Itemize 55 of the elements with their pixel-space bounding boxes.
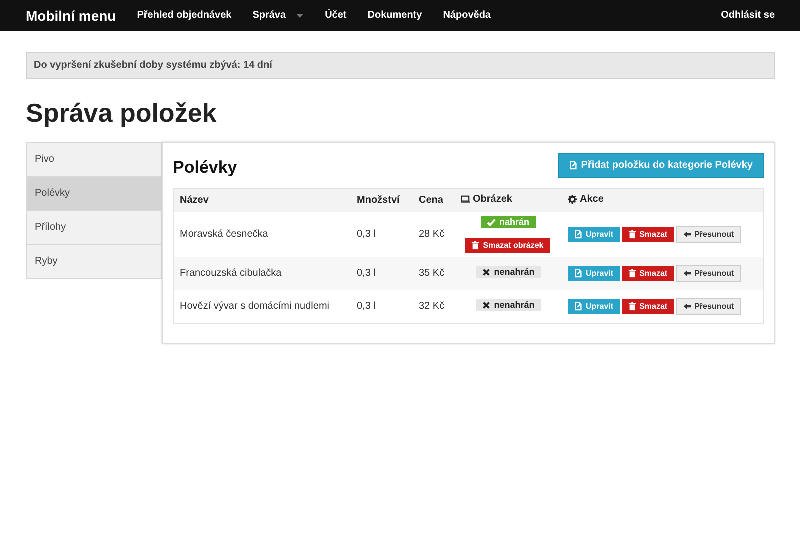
check-icon [487, 218, 496, 226]
trash-icon [471, 240, 480, 250]
table-cell: Hovězí vývar s domácími nudlemi [180, 300, 330, 312]
cross-icon [482, 300, 492, 310]
trial-alert: Do vypršení zkušební doby systému zbývá: 14 dní [26, 52, 775, 79]
status-label: nenahrán [476, 299, 541, 312]
logout-link[interactable]: Odhlásit se [721, 10, 775, 21]
table-cell: 0,3 l [357, 300, 376, 312]
table-cell: Francouzská cibulačka [180, 268, 282, 278]
sidebar-item[interactable]: Polévky [26, 177, 162, 211]
trash-icon [628, 230, 637, 239]
column-header: Akce [568, 194, 604, 205]
status-label: nahrán [481, 216, 536, 228]
cross-icon [482, 268, 492, 277]
table-cell: Moravská česnečka [180, 228, 268, 240]
sidebar-item[interactable]: Ryby [26, 245, 162, 279]
table-cell: 35 Kč [419, 268, 445, 278]
table-cell: 0,3 l [357, 228, 376, 240]
status-label: nenahrán [476, 266, 541, 278]
column-header: Množství [357, 195, 400, 206]
move-button[interactable]: Přesunout [676, 298, 742, 314]
gear-icon [568, 195, 577, 204]
delete-button[interactable]: Smazat [622, 226, 674, 242]
table-cell: 32 Kč [419, 300, 445, 312]
monitor-icon [461, 195, 470, 204]
table-cell: 28 Kč [419, 228, 445, 240]
delete-image-button[interactable]: Smazat obrázek [465, 238, 550, 252]
arrow-left-icon [682, 302, 692, 310]
sidebar-item[interactable]: Přílohy [26, 211, 162, 245]
nav-link[interactable]: Přehled objednávek [137, 10, 232, 21]
nav-link[interactable]: Dokumenty [368, 10, 422, 21]
move-button[interactable]: Přesunout [676, 264, 742, 282]
arrow-left-icon [682, 230, 692, 239]
arrow-left-icon [682, 268, 692, 278]
delete-button[interactable]: Smazat [622, 266, 674, 280]
section-title: Polévky [173, 158, 238, 178]
trash-icon [628, 302, 637, 310]
brand-link[interactable]: Mobilní menu [26, 8, 116, 24]
document-icon [569, 161, 578, 170]
edit-icon [574, 268, 583, 278]
nav-link[interactable]: Účet [325, 10, 347, 21]
table-cell: 0,3 l [357, 268, 376, 278]
caret-icon [296, 12, 304, 20]
nav-link[interactable]: Správa [252, 10, 304, 21]
move-button[interactable]: Přesunout [676, 226, 742, 243]
column-header: Cena [419, 195, 444, 206]
trash-icon [628, 268, 637, 278]
column-header: Obrázek [461, 194, 512, 205]
nav-link[interactable]: Nápověda [443, 10, 491, 21]
edit-icon [574, 302, 583, 310]
sidebar-item[interactable]: Pivo [26, 142, 162, 177]
delete-button[interactable]: Smazat [622, 298, 674, 314]
edit-icon [574, 230, 583, 239]
page-title: Správa položek [26, 98, 218, 129]
column-header: Název [180, 195, 209, 206]
